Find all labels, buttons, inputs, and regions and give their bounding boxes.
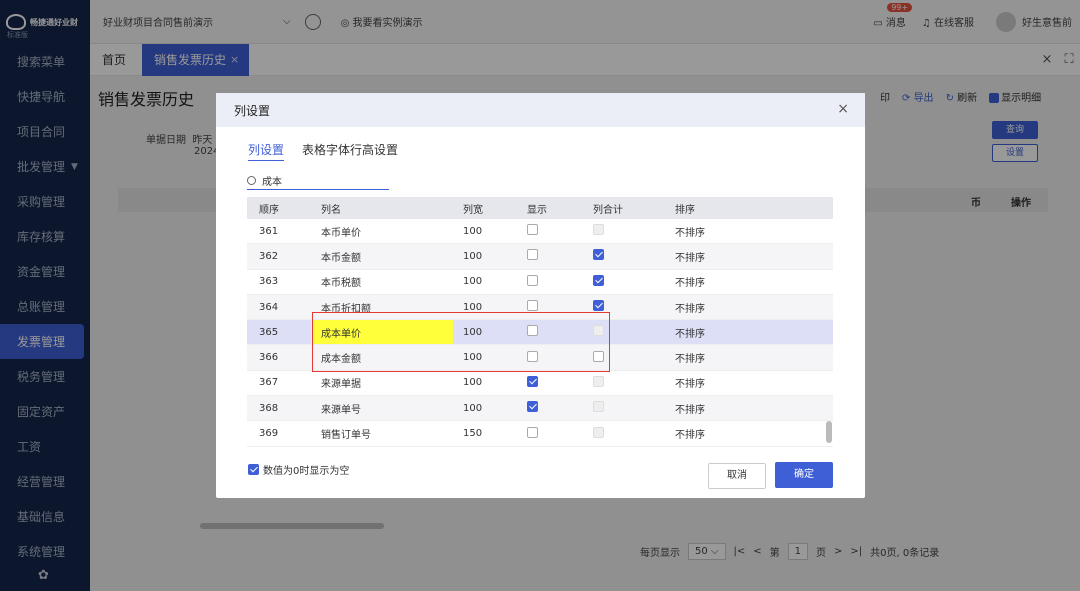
cell-name-text: 来源单号 [321, 404, 361, 416]
cell-order: 361 [259, 225, 279, 237]
sum-checkbox [593, 426, 604, 438]
cell-name: 销售订单号 [321, 421, 453, 445]
zero-blank-label: 数值为0时显示为空 [263, 466, 350, 477]
cell-width[interactable]: 100 [453, 251, 517, 262]
show-checkbox[interactable] [527, 300, 538, 312]
cell-sum [581, 274, 675, 289]
show-checkbox[interactable] [527, 224, 538, 236]
cell-sort[interactable]: 不排序 [675, 401, 833, 416]
tab-column-settings[interactable]: 列设置 [248, 141, 285, 161]
cell-sort[interactable]: 不排序 [675, 249, 833, 264]
cell-order: 362 [259, 250, 279, 262]
table-row[interactable]: 363 本币税额 100 不排序 [247, 270, 833, 295]
cell-name-text: 销售订单号 [321, 430, 371, 442]
cell-order: 367 [259, 377, 279, 389]
confirm-button[interactable]: 确定 [775, 462, 833, 488]
cell-show [517, 375, 581, 390]
table-row[interactable]: 369 销售订单号 150 不排序 [247, 421, 833, 447]
close-icon[interactable]: × [837, 101, 849, 117]
show-checkbox[interactable] [527, 274, 538, 286]
header-sum: 列合计 [593, 204, 623, 216]
table-row[interactable]: 362 本币金额 100 不排序 [247, 244, 833, 270]
cell-sort[interactable]: 不排序 [675, 426, 833, 441]
cell-name: 来源单号 [321, 396, 453, 420]
cell-name-text: 本币单价 [321, 227, 361, 239]
cell-name: 本币税额 [321, 270, 453, 294]
show-checkbox[interactable] [527, 401, 538, 413]
cell-show [517, 426, 581, 441]
cell-sum [581, 401, 675, 415]
cell-width[interactable]: 100 [453, 276, 517, 287]
table-row[interactable]: 367 来源单据 100 不排序 [247, 371, 833, 397]
zero-blank-checkbox[interactable] [248, 464, 259, 475]
header-show: 显示 [527, 204, 547, 216]
cell-show [517, 224, 581, 238]
cell-width[interactable]: 100 [453, 403, 517, 414]
dialog-tabs: 列设置 表格字体行高设置 [248, 141, 398, 161]
cell-order: 363 [259, 276, 279, 288]
sum-checkbox[interactable] [593, 300, 604, 312]
header-order: 顺序 [259, 204, 279, 216]
cell-sort[interactable]: 不排序 [675, 350, 833, 365]
tab-font-row-height[interactable]: 表格字体行高设置 [302, 141, 398, 161]
cell-sum [581, 249, 675, 263]
search-input[interactable]: 成本 [247, 172, 389, 190]
cell-sum [581, 375, 675, 390]
search-icon [247, 176, 256, 185]
show-checkbox[interactable] [527, 426, 538, 438]
cell-width[interactable]: 100 [453, 377, 517, 388]
cell-order: 369 [259, 428, 279, 440]
column-settings-dialog: 列设置 × 列设置 表格字体行高设置 成本 顺序 列名 列宽 显示 列合计 排序… [216, 93, 865, 498]
cell-name-text: 来源单据 [321, 379, 361, 391]
cell-sort[interactable]: 不排序 [675, 224, 833, 239]
cell-width[interactable]: 100 [453, 226, 517, 237]
cell-sum [581, 426, 675, 441]
show-checkbox[interactable] [527, 249, 538, 261]
cell-sort[interactable]: 不排序 [675, 325, 833, 340]
sum-checkbox [593, 224, 604, 236]
sum-checkbox [593, 375, 604, 387]
cell-width[interactable]: 150 [453, 428, 517, 439]
dialog-header: 列设置 × [216, 93, 865, 127]
show-checkbox[interactable] [527, 375, 538, 387]
sum-checkbox[interactable] [593, 249, 604, 261]
cell-show [517, 401, 581, 415]
cell-order: 366 [259, 352, 279, 364]
cell-name-text: 本币金额 [321, 252, 361, 264]
cell-name: 来源单据 [321, 371, 453, 395]
cancel-button[interactable]: 取消 [708, 463, 766, 489]
cell-show [517, 249, 581, 263]
cell-sum [581, 224, 675, 238]
cell-order: 368 [259, 402, 279, 414]
cell-name: 本币单价 [321, 219, 453, 243]
cell-sort[interactable]: 不排序 [675, 274, 833, 289]
header-width: 列宽 [463, 204, 483, 216]
cell-name: 本币金额 [321, 244, 453, 268]
table-row[interactable]: 361 本币单价 100 不排序 [247, 219, 833, 245]
table-header: 顺序 列名 列宽 显示 列合计 排序 [247, 197, 833, 219]
cell-name-text: 本币税额 [321, 278, 361, 290]
header-sort: 排序 [675, 204, 695, 216]
table-row[interactable]: 368 来源单号 100 不排序 [247, 396, 833, 422]
vertical-scrollbar[interactable] [826, 421, 832, 443]
cell-sort[interactable]: 不排序 [675, 375, 833, 390]
cell-width[interactable]: 100 [453, 302, 517, 313]
sum-checkbox[interactable] [593, 274, 604, 286]
dialog-title: 列设置 [234, 103, 271, 118]
cell-show [517, 274, 581, 289]
cell-sort[interactable]: 不排序 [675, 300, 833, 315]
zero-blank-option[interactable]: 数值为0时显示为空 [248, 462, 349, 477]
cell-order: 365 [259, 326, 279, 338]
header-name: 列名 [321, 204, 341, 216]
annotation-box [312, 312, 610, 372]
cell-order: 364 [259, 301, 279, 313]
search-value: 成本 [262, 177, 282, 188]
sum-checkbox [593, 401, 604, 413]
